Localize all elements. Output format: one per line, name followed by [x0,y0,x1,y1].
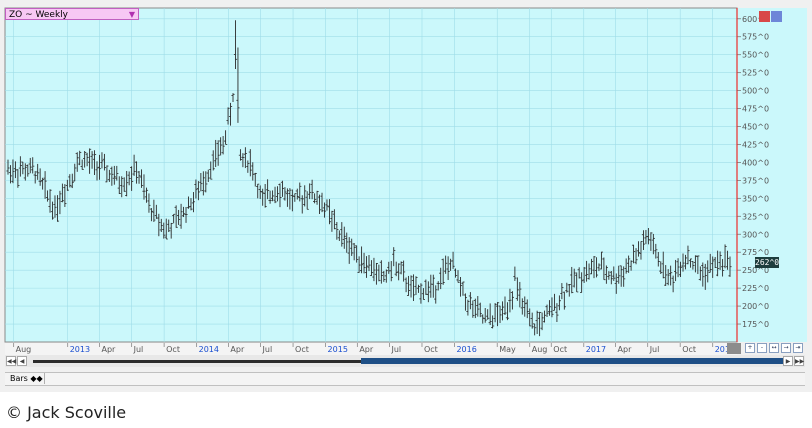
corner-indicator-red[interactable] [759,11,770,22]
time-label: 2014 [199,345,219,354]
copyright-text: © Jack Scoville [6,403,127,422]
time-label: Aug [16,345,32,354]
price-label: 375^0 [742,176,769,185]
price-label: 525^0 [742,69,769,78]
price-label: 175^0 [742,320,769,329]
bars-tab[interactable]: Bars ◆◆ [7,373,45,384]
zoom-in-icon[interactable]: + [745,343,755,353]
expand-icon[interactable]: ↔ [769,343,779,353]
tab-arrows-icon: ◆◆ [30,374,43,383]
price-label: 350^0 [742,194,769,203]
price-label: 400^0 [742,158,769,167]
current-price-tag: 262^0 [755,257,780,268]
time-label: Oct [424,345,438,354]
time-label: Jul [133,345,144,354]
time-label: Jul [649,345,660,354]
time-label: Apr [618,345,633,354]
price-label: 225^0 [742,284,769,293]
time-label: 2015 [328,345,348,354]
time-label: 2016 [456,345,476,354]
time-label: Aug [532,345,548,354]
scroll-right-icon[interactable]: ▶ [783,356,793,366]
time-label: Jul [262,345,273,354]
scroll-start-icon[interactable]: ◀◀ [6,356,16,366]
time-label: 2013 [70,345,90,354]
time-label: Jul [390,345,401,354]
price-chart[interactable]: 600^0575^0550^0525^0500^0475^0450^0425^0… [0,0,812,392]
scroll-left-icon[interactable]: ◀ [17,356,27,366]
time-label: Oct [553,345,567,354]
price-label: 200^0 [742,302,769,311]
price-label: 325^0 [742,212,769,221]
fit-icon[interactable]: ⇥ [793,343,803,353]
plot-area [4,7,738,343]
price-label: 300^0 [742,230,769,239]
study-tabs: Bars ◆◆ [5,372,805,386]
time-label: Apr [359,345,374,354]
time-label: May [499,345,516,354]
time-label: Oct [682,345,696,354]
chart-window: 600^0 575^0 550^0 525^0 500^0 475^0 450^0 425^0… [0,0,812,392]
symbol-label: ZO ~ Weekly [9,10,68,20]
price-label: 500^0 [742,87,769,96]
price-label: 550^0 [742,51,769,60]
time-label: 2017 [586,345,606,354]
price-label: 475^0 [742,105,769,114]
price-label: 275^0 [742,248,769,257]
time-label: Apr [101,345,116,354]
price-label: 450^0 [742,123,769,132]
symbol-selector[interactable]: ZO ~ Weekly ▼ [5,8,139,20]
time-scrollbar[interactable]: ◀◀ ◀ ▶ ▶▶ [5,355,805,367]
scroll-end-icon[interactable]: ▶▶ [794,356,804,366]
time-label: Apr [230,345,245,354]
time-axis-end-block [727,343,741,354]
time-label: Oct [295,345,309,354]
corner-indicator-blue[interactable] [771,11,782,22]
zoom-out-icon[interactable]: - [757,343,767,353]
price-label: 575^0 [742,33,769,42]
time-label: Oct [166,345,180,354]
scroll-thumb[interactable] [361,358,783,364]
chevron-down-icon[interactable]: ▼ [129,9,135,21]
price-label: 425^0 [742,140,769,149]
compress-icon[interactable]: → [781,343,791,353]
